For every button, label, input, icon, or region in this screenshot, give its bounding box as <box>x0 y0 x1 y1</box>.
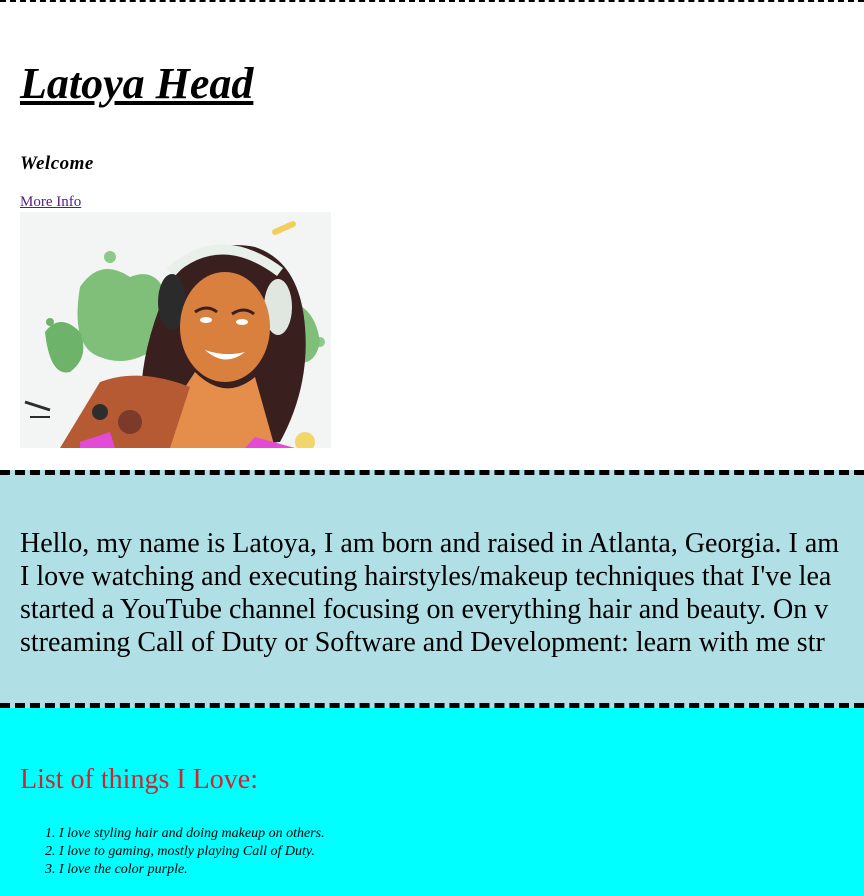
welcome-heading: Welcome <box>20 153 94 174</box>
more-info-link[interactable]: More Info <box>20 194 81 211</box>
bio-line: streaming Call of Duty or Software and D… <box>20 627 825 658</box>
list-item: I love styling hair and doing makeup on … <box>59 825 325 843</box>
bio-line: started a YouTube channel focusing on ev… <box>20 594 829 625</box>
bio-section: Hello, my name is Latoya, I am born and … <box>0 470 864 708</box>
page-title: Latoya Head <box>20 59 254 108</box>
bio-paragraph: Hello, my name is Latoya, I am born and … <box>20 527 864 659</box>
profile-portrait <box>20 212 331 448</box>
loves-list: I love styling hair and doing makeup on … <box>20 825 325 879</box>
loves-section: List of things I Love: I love styling ha… <box>0 708 864 896</box>
list-item: I love the color purple. <box>59 861 325 879</box>
header-section: Latoya Head Welcome More Info <box>0 0 864 470</box>
bio-line: Hello, my name is Latoya, I am born and … <box>20 528 840 559</box>
bio-line: I love watching and executing hairstyles… <box>20 561 832 592</box>
list-item: I love to gaming, mostly playing Call of… <box>59 843 325 861</box>
loves-heading: List of things I Love: <box>20 764 258 795</box>
